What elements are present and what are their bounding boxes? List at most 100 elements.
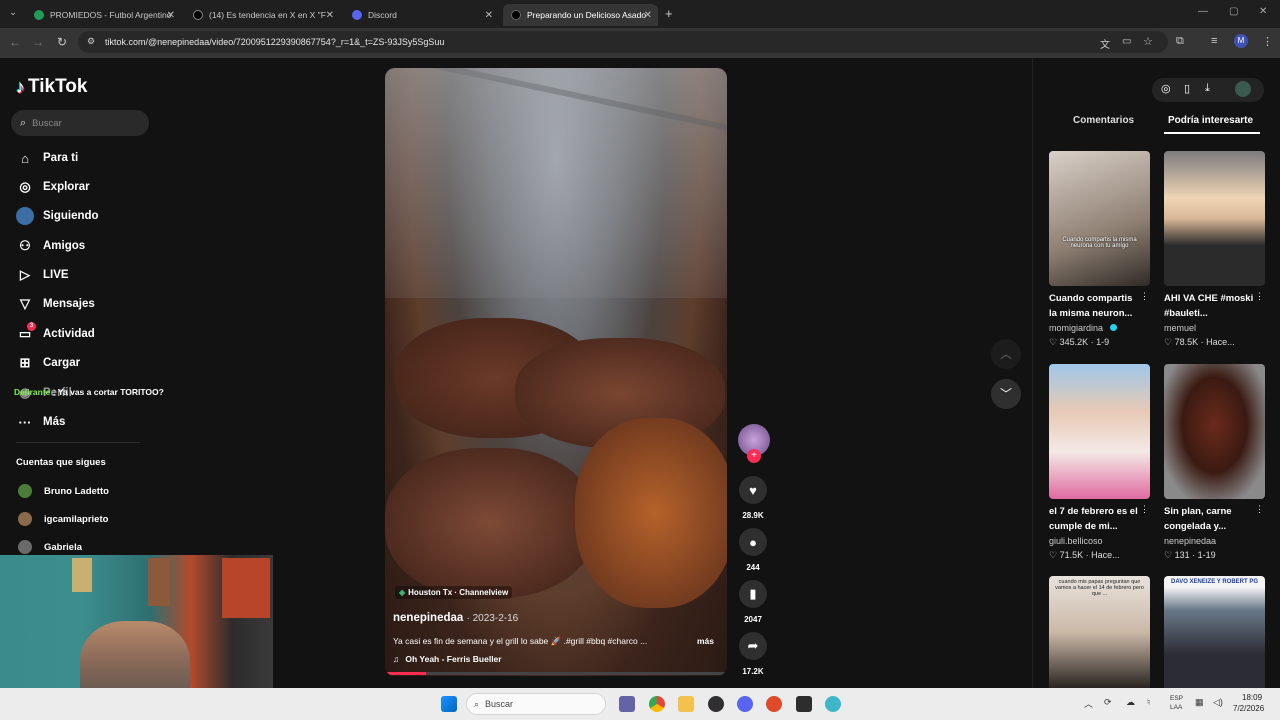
caption-more-button[interactable]: más (697, 636, 714, 646)
author-username[interactable]: nenepinedaa (393, 612, 463, 624)
new-tab-button[interactable]: + (665, 6, 673, 21)
location-tag[interactable]: ◈ Houston Tx · Channelview (395, 586, 513, 599)
language-indicator[interactable]: ESP LAA (1170, 694, 1183, 712)
search-input[interactable]: ⌕ Buscar (11, 110, 149, 136)
suggested-video-thumbnail[interactable] (1164, 151, 1265, 286)
discord-icon[interactable] (737, 696, 753, 712)
nav-mensajes[interactable]: ▽ Mensajes (16, 295, 95, 313)
video-progress-bar[interactable] (385, 672, 727, 675)
following-item[interactable]: igcamilaprieto (18, 512, 108, 526)
nav-live[interactable]: ▷ LIVE (16, 266, 69, 284)
taskbar-date[interactable]: 7/2/2026 (1233, 704, 1264, 713)
nav-siguiendo[interactable]: Siguiendo (16, 207, 99, 225)
volume-icon[interactable]: ◁) (1213, 697, 1223, 708)
suggested-video-user[interactable]: memuel (1164, 323, 1196, 333)
suggested-video-user[interactable]: giuli.bellicoso (1049, 536, 1103, 546)
nav-cargar[interactable]: ⊞ Cargar (16, 354, 81, 372)
nav-mas[interactable]: ··· Más (16, 413, 66, 431)
suggested-video-user[interactable]: momigiardina (1049, 323, 1103, 333)
nav-actividad[interactable]: ▭ 3 Actividad (16, 322, 95, 343)
taskbar-search-box[interactable]: ⌕ Buscar (466, 693, 606, 715)
browser-tab-active[interactable]: Preparando un Delicioso Asado ✕ (503, 4, 658, 26)
nav-explorar[interactable]: ◎ Explorar (16, 178, 89, 196)
file-explorer-icon[interactable] (678, 696, 694, 712)
nav-amigos[interactable]: ⚇ Amigos (16, 237, 85, 255)
teams-icon[interactable] (619, 696, 635, 712)
cast-icon[interactable]: ▭ (1122, 36, 1131, 47)
globe-app-icon[interactable] (825, 696, 841, 712)
suggested-video-title[interactable]: Cuando compartis la misma neuron... (1049, 291, 1141, 321)
profile-avatar[interactable]: M (1234, 34, 1248, 48)
back-icon[interactable]: ← (9, 35, 21, 49)
extensions-icon[interactable]: ⧉ (1176, 35, 1184, 48)
previous-video-button[interactable]: ︿ (991, 339, 1021, 369)
tiktok-logo[interactable]: ♪ TikTok (16, 76, 87, 98)
tiktok-note-icon: ♪ (16, 76, 25, 97)
suggested-video-thumbnail[interactable] (1049, 364, 1150, 499)
more-options-icon[interactable]: ⋮ (1140, 504, 1149, 515)
obs-icon[interactable] (708, 696, 724, 712)
suggested-video-thumbnail[interactable]: DAVO XENEIZE Y ROBERT PG (1164, 576, 1265, 688)
explore-icon[interactable]: ◎ (1161, 82, 1171, 95)
browser-tab[interactable]: (14) Es tendencia en X en X "F ✕ (185, 4, 340, 26)
forward-icon[interactable]: → (32, 35, 44, 49)
user-avatar[interactable] (1235, 81, 1251, 97)
taskbar-time[interactable]: 18:09 (1242, 693, 1262, 702)
app-icon[interactable] (766, 696, 782, 712)
tab-podria-interesarte[interactable]: Podría interesarte (1168, 115, 1253, 126)
site-info-icon[interactable]: ⚙ (87, 36, 95, 47)
video-music[interactable]: ♫ Oh Yeah - Ferris Bueller (393, 654, 502, 664)
browser-tab[interactable]: Discord ✕ (344, 4, 499, 26)
tray-icon[interactable]: ☁ (1126, 697, 1135, 708)
close-icon[interactable]: ✕ (326, 10, 334, 21)
suggested-video-thumbnail[interactable] (1164, 364, 1265, 499)
microphone-icon[interactable]: ♮ (1147, 697, 1150, 708)
suggested-video-title[interactable]: el 7 de febrero es el cumple de mi... (1049, 504, 1141, 534)
maximize-icon[interactable]: ▢ (1229, 6, 1238, 17)
video-author[interactable]: nenepinedaa · 2023-2-16 (393, 612, 518, 624)
url-input[interactable]: ⚙ tiktok.com/@nenepinedaa/video/72009512… (78, 31, 1168, 53)
minimize-icon[interactable]: — (1198, 6, 1208, 17)
windows-start-icon[interactable] (441, 696, 457, 712)
following-item[interactable]: Gabriela (18, 540, 82, 554)
browser-tab[interactable]: PROMIEDOS - Futbol Argentino ✕ (26, 4, 181, 26)
tab-comentarios[interactable]: Comentarios (1073, 115, 1134, 126)
suggested-video-title[interactable]: Sin plan, carne congelada y... (1164, 504, 1256, 534)
tray-expand-icon[interactable]: ︿ (1084, 697, 1093, 710)
browser-menu-icon[interactable]: ⋮ (1262, 35, 1273, 48)
network-icon[interactable]: ▦ (1195, 697, 1204, 708)
following-item[interactable]: Bruno Ladetto (18, 484, 109, 498)
translate-icon[interactable]: 文 (1100, 36, 1110, 51)
like-button[interactable]: ♥ (739, 476, 767, 504)
video-player[interactable]: ◈ Houston Tx · Channelview nenepinedaa ·… (385, 68, 727, 676)
like-count: 28.9K (742, 511, 764, 520)
tray-icon[interactable]: ⟳ (1104, 697, 1112, 708)
device-icon[interactable]: ▯ (1184, 82, 1190, 95)
nav-para-ti[interactable]: ⌂ Para ti (16, 149, 78, 167)
tab-menu-button[interactable]: ⌄ (6, 7, 20, 21)
download-icon[interactable]: ⤓ (1205, 82, 1210, 95)
tab-title: Preparando un Delicioso Asado (527, 10, 647, 20)
follow-plus-button[interactable]: + (747, 449, 761, 463)
nav-label: LIVE (43, 269, 69, 281)
reload-icon[interactable]: ↻ (57, 35, 67, 49)
save-button[interactable]: ▮ (739, 580, 767, 608)
more-options-icon[interactable]: ⋮ (1255, 504, 1264, 515)
suggested-video-title[interactable]: AHI VA CHE #moski #bauleti... (1164, 291, 1256, 321)
more-options-icon[interactable]: ⋮ (1255, 291, 1264, 302)
close-icon[interactable]: ✕ (167, 10, 175, 21)
chrome-icon[interactable] (649, 696, 665, 712)
close-icon[interactable]: ✕ (644, 10, 652, 21)
suggested-video-thumbnail[interactable]: cuando mis papas preguntan que vamos a h… (1049, 576, 1150, 688)
next-video-button[interactable]: ﹀ (991, 379, 1021, 409)
bookmark-star-icon[interactable]: ☆ (1143, 35, 1153, 48)
terminal-icon[interactable] (796, 696, 812, 712)
close-window-icon[interactable]: ✕ (1259, 6, 1267, 17)
more-options-icon[interactable]: ⋮ (1140, 291, 1149, 302)
comment-button[interactable]: ● (739, 528, 767, 556)
share-button[interactable]: ➦ (739, 632, 767, 660)
suggested-video-user[interactable]: nenepinedaa (1164, 536, 1216, 546)
reading-list-icon[interactable]: ≡ (1211, 35, 1217, 47)
suggested-video-thumbnail[interactable]: Cuando compartis la misma neurona con tu… (1049, 151, 1150, 286)
close-icon[interactable]: ✕ (485, 10, 493, 21)
